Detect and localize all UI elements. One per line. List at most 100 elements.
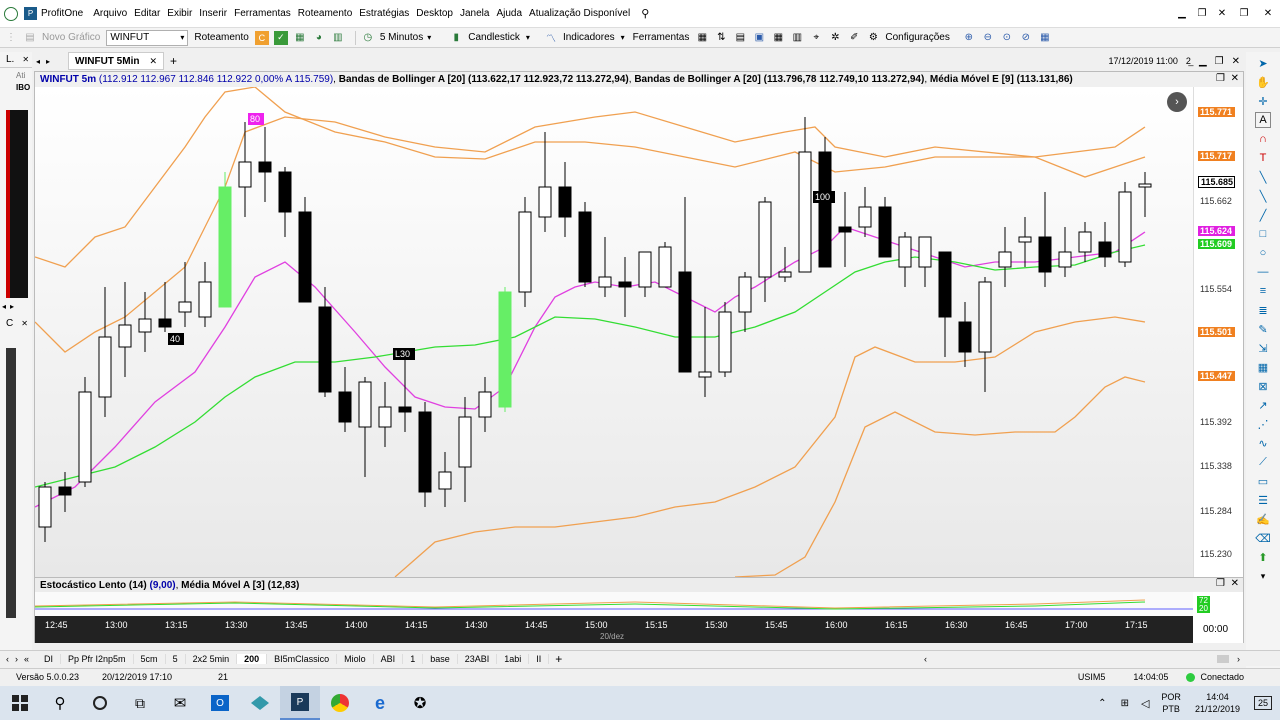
windows-start-icon[interactable] [0,686,40,720]
task-view-icon[interactable]: ⧉ [120,686,160,720]
candle[interactable] [318,306,332,393]
trendline-icon[interactable]: ╱ [1255,207,1271,223]
candle[interactable] [738,276,752,313]
chevron-down-icon[interactable]: ▾ [526,33,530,42]
close-c-icon[interactable]: ✕ [21,319,28,328]
cycle-icon[interactable]: ∿ [1255,435,1271,451]
chart-restore-button[interactable]: ❐ [1216,73,1225,84]
zoom-in-icon[interactable]: ⊕ [962,31,976,45]
workspace-tab[interactable]: 1 [403,653,424,664]
fan-icon[interactable]: ⋰ [1255,416,1271,432]
stoch-title[interactable]: Estocástico Lento (14) [40,580,147,591]
candle[interactable] [98,336,112,398]
candle[interactable] [218,186,232,308]
search-icon[interactable]: ⚲ [40,686,80,720]
taskbar-date[interactable]: 21/12/2019 [1195,703,1240,715]
pitch-icon[interactable]: ⟋ [1255,454,1271,470]
candle[interactable] [498,291,512,408]
candle[interactable] [998,251,1012,268]
tools-button[interactable]: Ferramentas [633,32,690,43]
candle[interactable] [678,271,692,373]
symbol-combo[interactable]: WINFUT ▾ [106,29,189,46]
candle[interactable] [838,226,852,233]
candle[interactable] [278,171,292,213]
candle[interactable] [358,381,372,428]
workspace-tab[interactable]: 1abi [497,653,530,664]
hscroll-right[interactable]: › [1237,654,1240,664]
menu-item[interactable]: Desktop [416,8,453,19]
chart-annotation[interactable]: 40 [168,333,184,345]
candle[interactable] [1078,231,1092,253]
tab-winfut-5min[interactable]: WINFUT 5Min ✕ [68,52,165,70]
pie-icon[interactable]: ◕ [312,31,326,45]
table-icon[interactable]: ▦ [771,31,785,45]
menu-item[interactable]: Janela [460,8,489,19]
candle[interactable] [818,151,832,268]
grid-draw-icon[interactable]: ▦ [1255,359,1271,375]
workspace-tab[interactable]: 5 [166,653,186,664]
workspace-tab[interactable]: 2x2 5min [186,653,238,664]
hline-icon[interactable]: — [1255,264,1271,280]
candle[interactable] [478,391,492,418]
candle[interactable] [958,321,972,353]
price-chart[interactable]: 80 40 L30 100 [35,87,1193,577]
settings-button[interactable]: Configurações [885,32,949,43]
grid-icon[interactable]: ▦ [293,31,307,45]
search-icon[interactable]: ⚲ [641,7,649,20]
tab-restore-button[interactable]: ❐ [1215,56,1224,67]
candle[interactable] [918,236,932,268]
zoom-fit-icon[interactable]: ⊙ [1000,31,1014,45]
candle[interactable] [658,246,672,288]
clock-icon[interactable]: ◷ [361,31,375,45]
menu-item[interactable]: Inserir [199,8,227,19]
back-icon[interactable] [4,6,18,21]
indicator2-label[interactable]: Bandas de Bollinger A [20] [634,74,761,85]
workspace-tab[interactable]: DI [37,653,62,664]
calendar-icon[interactable]: ▥ [790,31,804,45]
target-icon[interactable]: ⌖ [809,31,823,45]
indicators-button[interactable]: Indicadores [563,32,615,43]
zoom-out-icon[interactable]: ⊖ [981,31,995,45]
c-icon[interactable]: C [254,30,269,45]
minimize-button[interactable]: ▁ [1172,8,1192,19]
candle[interactable] [458,416,472,468]
tabs-right-arrow[interactable]: › [15,654,18,664]
clear-icon[interactable]: ⌫ [1255,530,1271,546]
chevron-down-icon[interactable]: ▾ [427,33,431,42]
line-icon[interactable]: ╲ [1255,169,1271,185]
cursor-icon[interactable]: ➤ [1255,55,1271,71]
restore-outer-button[interactable]: ❐ [1232,8,1256,19]
trade-app-icon[interactable] [240,686,280,720]
chrome-icon[interactable] [320,686,360,720]
interval-select[interactable]: 5 Minutos [380,32,423,43]
add-workspace-button[interactable]: + [555,652,562,666]
candle[interactable] [1118,191,1132,263]
pencil-icon[interactable]: ✎ [1255,321,1271,337]
candle[interactable] [238,161,252,188]
zoom-reset-icon[interactable]: ⊘ [1019,31,1033,45]
stochastic-chart[interactable] [35,592,1193,616]
routing-button[interactable]: Roteamento [194,32,248,43]
candle[interactable] [638,251,652,288]
chart-annotation[interactable]: 100 [813,191,835,203]
layout-icon[interactable]: ▥ [331,31,345,45]
navigate-right-button[interactable]: › [1167,92,1187,112]
tab-close-icon[interactable]: ✕ [149,56,157,67]
calculator-icon[interactable]: ▦ [695,31,709,45]
candle[interactable] [1138,183,1152,188]
lang-secondary[interactable]: PTB [1161,703,1181,715]
menu-item[interactable]: Atualização Disponível [529,8,630,19]
candle[interactable] [138,318,152,333]
network-icon[interactable]: ⊞ [1121,698,1129,709]
measure-icon[interactable]: ⇲ [1255,340,1271,356]
menu-item[interactable]: Exibir [167,8,192,19]
candle[interactable] [538,186,552,218]
new-chart-button[interactable]: Novo Gráfico [42,32,100,43]
scroll-down-icon[interactable]: ▾ [1255,568,1271,584]
ray-icon[interactable]: ╲ [1255,188,1271,204]
candle[interactable] [378,406,392,428]
candle[interactable] [858,206,872,228]
candle[interactable] [518,211,532,293]
menu-item[interactable]: Ajuda [496,8,522,19]
hscroll-thumb[interactable] [1217,654,1229,663]
